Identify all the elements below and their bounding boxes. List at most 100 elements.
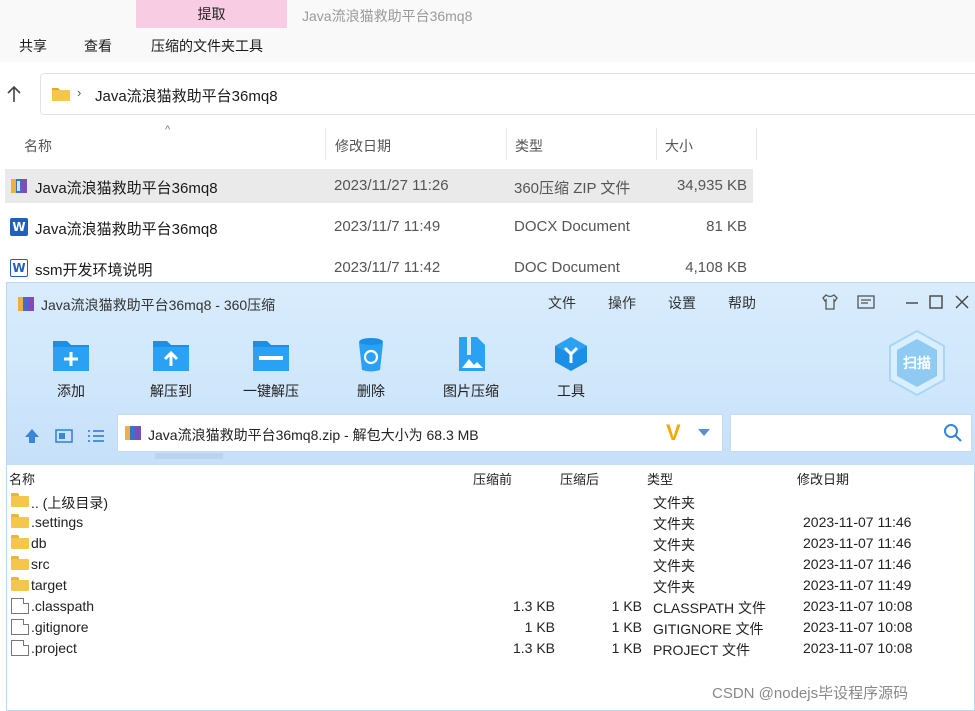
entry-date: 2023-11-07 11:46 <box>803 514 912 530</box>
entry-date: 2023-11-07 11:46 <box>803 535 912 551</box>
archive-row[interactable]: .settings 文件夹 2023-11-07 11:46 <box>7 512 975 533</box>
column-size[interactable]: 大小 <box>657 128 757 160</box>
feedback-icon[interactable] <box>855 291 877 313</box>
file-row[interactable]: Java流浪猫救助平台36mq8 2023/11/27 11:26 360压缩 … <box>5 169 753 203</box>
entry-name: .gitignore <box>31 619 89 635</box>
entry-type: GITIGNORE 文件 <box>653 621 764 637</box>
column-before[interactable]: 压缩前 <box>473 469 512 488</box>
entry-after: 1 KB <box>611 598 642 614</box>
file-icon <box>11 598 29 614</box>
one-click-extract-button[interactable]: 一键解压 <box>228 331 314 401</box>
column-modified[interactable]: 修改日期 <box>327 128 507 160</box>
archive-row[interactable]: target 文件夹 2023-11-07 11:49 <box>7 575 975 596</box>
folder-icon <box>11 577 29 593</box>
column-type[interactable]: 类型 <box>507 128 657 160</box>
file-icon <box>11 640 29 656</box>
list-view-icon[interactable] <box>85 425 107 447</box>
folder-icon <box>11 535 29 551</box>
delete-icon <box>359 338 383 372</box>
close-icon[interactable] <box>951 291 973 313</box>
entry-before: 1.3 KB <box>512 598 555 614</box>
entry-name: .. (上级目录) <box>31 495 108 511</box>
entry-type: PROJECT 文件 <box>653 642 750 658</box>
delete-label: 删除 <box>357 383 385 399</box>
entry-name: db <box>31 535 47 551</box>
column-after[interactable]: 压缩后 <box>560 469 599 488</box>
file-name: ssm开发环境说明 <box>35 262 153 279</box>
folder-icon <box>11 556 29 572</box>
chevron-right-icon: › <box>77 85 82 100</box>
one-click-extract-icon <box>253 341 289 371</box>
entry-date: 2023-11-07 11:46 <box>803 556 912 572</box>
menu-file[interactable]: 文件 <box>548 293 576 313</box>
file-row[interactable]: W ssm开发环境说明 2023/11/7 11:42 DOC Document… <box>5 251 753 285</box>
folder-icon <box>11 493 29 509</box>
scroll-indicator <box>155 453 223 459</box>
column-modified[interactable]: 修改日期 <box>797 469 849 488</box>
entry-name: src <box>31 556 50 572</box>
search-icon[interactable] <box>943 423 963 443</box>
add-label: 添加 <box>57 383 85 399</box>
folder-icon <box>11 514 29 530</box>
add-button[interactable]: 添加 <box>28 331 114 401</box>
tab-compressed-folder-tools[interactable]: 压缩的文件夹工具 <box>151 36 263 56</box>
archive-row[interactable]: .classpath 1.3 KB 1 KB CLASSPATH 文件 2023… <box>7 596 975 617</box>
dropdown-arrow-icon[interactable] <box>698 429 710 436</box>
entry-name: target <box>31 577 67 593</box>
address-bar[interactable]: › Java流浪猫救助平台36mq8 <box>40 73 975 115</box>
sort-caret-icon: ^ <box>165 124 171 136</box>
up-level-icon[interactable] <box>21 425 43 447</box>
scan-button[interactable]: 扫描 <box>887 329 947 397</box>
file-type: DOCX Document <box>514 218 630 235</box>
maximize-icon[interactable] <box>925 291 947 313</box>
extract-to-label: 解压到 <box>150 383 192 399</box>
archive-row[interactable]: .. (上级目录) 文件夹 <box>7 491 975 512</box>
tab-share[interactable]: 共享 <box>19 36 47 56</box>
tools-icon <box>555 337 587 371</box>
file-type: 360压缩 ZIP 文件 <box>514 180 631 197</box>
image-compress-button[interactable]: 图片压缩 <box>428 331 514 401</box>
scan-label: 扫描 <box>903 355 931 372</box>
skin-icon[interactable] <box>819 291 841 313</box>
menu-settings[interactable]: 设置 <box>668 293 696 313</box>
zip-archive-icon <box>125 426 141 440</box>
column-name[interactable]: 名称 <box>9 469 35 488</box>
archive-row[interactable]: db 文件夹 2023-11-07 11:46 <box>7 533 975 554</box>
search-input[interactable] <box>730 414 972 452</box>
tab-view[interactable]: 查看 <box>84 36 112 56</box>
address-path: Java流浪猫救助平台36mq8 <box>95 88 278 105</box>
file-name: Java流浪猫救助平台36mq8 <box>35 180 218 197</box>
file-row[interactable]: W Java流浪猫救助平台36mq8 2023/11/7 11:49 DOCX … <box>5 210 753 244</box>
entry-name: .classpath <box>31 598 95 614</box>
extract-to-button[interactable]: 解压到 <box>128 331 214 401</box>
tab-extract[interactable]: 提取 <box>136 0 287 28</box>
archive-path-bar[interactable]: Java流浪猫救助平台36mq8.zip - 解包大小为 68.3 MB V <box>117 414 723 452</box>
entry-date: 2023-11-07 11:49 <box>803 577 912 593</box>
entry-before: 1.3 KB <box>512 640 555 656</box>
entry-after: 1 KB <box>611 640 642 656</box>
entry-type: 文件夹 <box>653 516 695 532</box>
archive-row[interactable]: .gitignore 1 KB 1 KB GITIGNORE 文件 2023-1… <box>7 617 975 638</box>
entry-date: 2023-11-07 10:08 <box>803 619 913 635</box>
column-name[interactable]: 名称 <box>16 128 326 160</box>
file-date: 2023/11/7 11:49 <box>334 218 441 235</box>
verified-icon: V <box>666 420 681 445</box>
archive-path-text: Java流浪猫救助平台36mq8.zip - 解包大小为 68.3 MB <box>148 427 479 443</box>
one-click-extract-label: 一键解压 <box>243 383 299 399</box>
entry-type: 文件夹 <box>653 558 695 574</box>
up-arrow-icon[interactable] <box>4 84 24 104</box>
minimize-icon[interactable] <box>901 291 923 313</box>
archive-row[interactable]: src 文件夹 2023-11-07 11:46 <box>7 554 975 575</box>
menu-operation[interactable]: 操作 <box>608 293 636 313</box>
file-type: DOC Document <box>514 259 620 276</box>
file-size: 81 KB <box>706 218 747 235</box>
ribbon: 提取 Java流浪猫救助平台36mq8 共享 查看 压缩的文件夹工具 <box>0 0 975 62</box>
image-compress-label: 图片压缩 <box>443 383 499 399</box>
thumbnail-view-icon[interactable] <box>53 425 75 447</box>
column-type[interactable]: 类型 <box>647 469 673 488</box>
tools-button[interactable]: 工具 <box>528 331 614 401</box>
archive-row[interactable]: .project 1.3 KB 1 KB PROJECT 文件 2023-11-… <box>7 638 975 659</box>
menu-help[interactable]: 帮助 <box>728 293 756 313</box>
image-compress-icon <box>459 337 485 371</box>
delete-button[interactable]: 删除 <box>328 331 414 401</box>
